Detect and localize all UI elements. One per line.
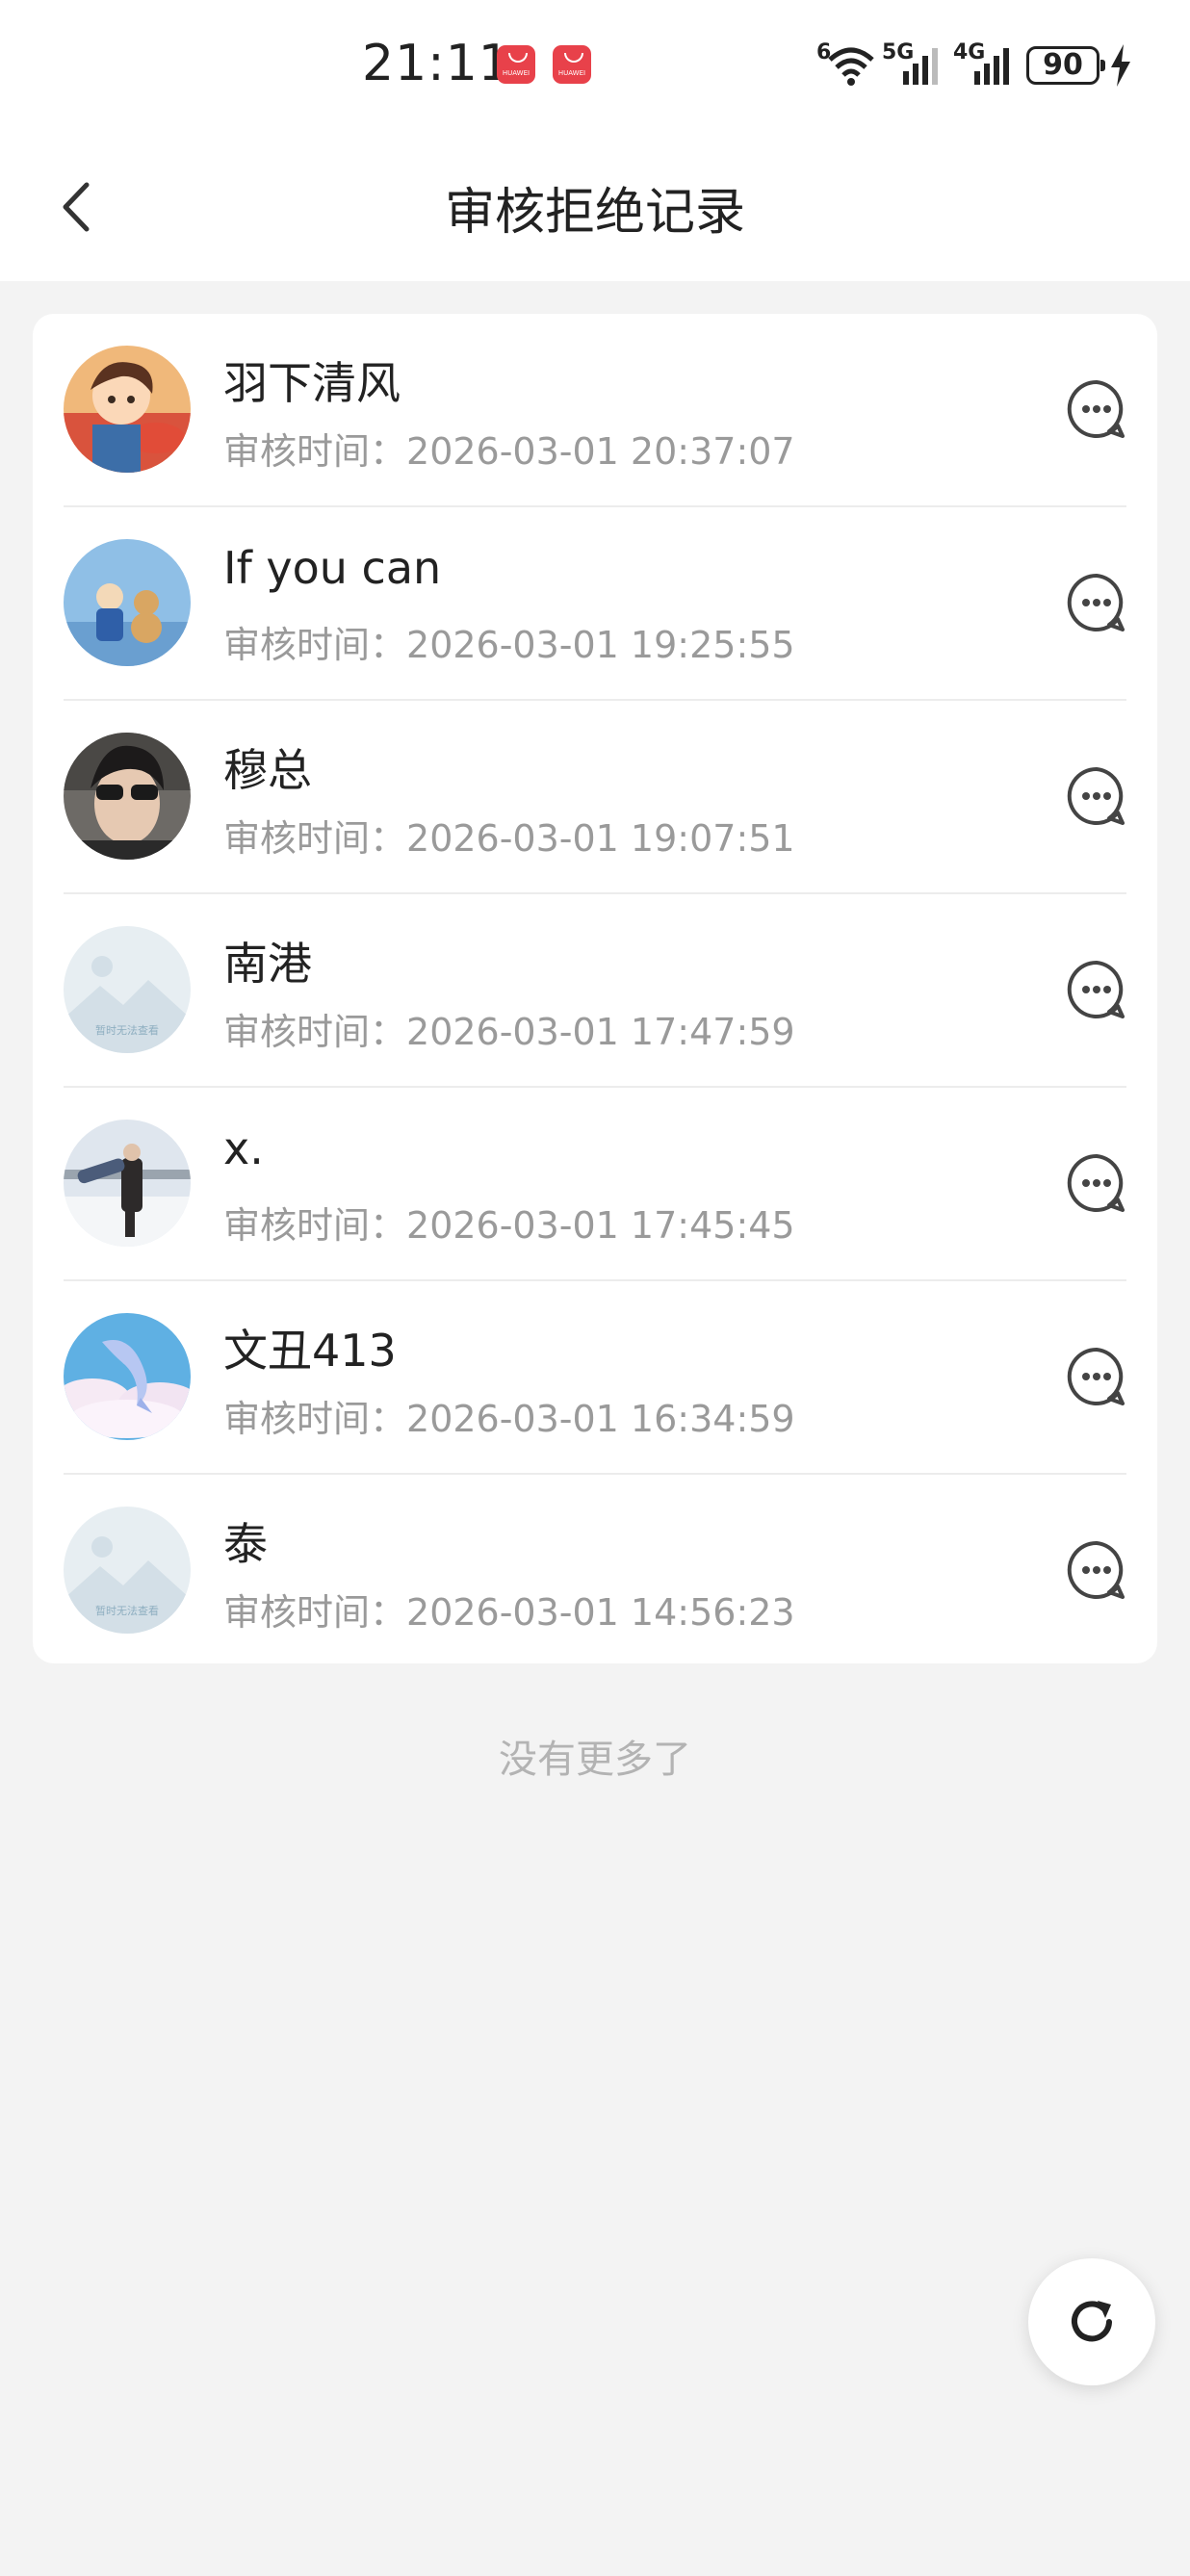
page-title: 审核拒绝记录 (444, 184, 745, 242)
user-name: If you can (223, 542, 442, 594)
review-time: 审核时间：2026-03-01 14:56:23 (223, 1591, 795, 1634)
huawei-appgallery-icon: HUAWEI (553, 45, 591, 84)
avatar[interactable] (64, 539, 191, 666)
rejection-records-list: 羽下清风 审核时间：2026-03-01 20:37:07 If you can… (33, 314, 1157, 1663)
avatar[interactable] (64, 1313, 191, 1440)
list-item[interactable]: If you can 审核时间：2026-03-01 19:25:55 (33, 507, 1157, 701)
avatar[interactable] (64, 733, 191, 860)
avatar[interactable]: 暂时无法查看 (64, 926, 191, 1053)
review-time: 审核时间：2026-03-01 16:34:59 (223, 1398, 795, 1440)
chat-button[interactable] (1065, 1345, 1128, 1408)
chat-bubble-icon (1067, 960, 1125, 1018)
user-name: 文丑413 (223, 1325, 397, 1377)
chat-button[interactable] (1065, 1538, 1128, 1602)
list-item[interactable]: 文丑413 审核时间：2026-03-01 16:34:59 (33, 1281, 1157, 1475)
review-time: 审核时间：2026-03-01 19:07:51 (223, 817, 795, 860)
refresh-icon (1072, 2301, 1112, 2342)
nav-bar: 审核拒绝记录 (0, 135, 1190, 281)
battery-indicator: 90 (1026, 46, 1105, 85)
chat-bubble-icon (1067, 1347, 1125, 1405)
review-time: 审核时间：2026-03-01 17:45:45 (223, 1204, 795, 1247)
huawei-appgallery-icon: HUAWEI (497, 45, 535, 84)
avatar[interactable] (64, 346, 191, 473)
avatar[interactable] (64, 1120, 191, 1247)
list-item[interactable]: 暂时无法查看 泰 审核时间：2026-03-01 14:56:23 (33, 1475, 1157, 1668)
user-name: 泰 (223, 1518, 268, 1570)
avatar[interactable]: 暂时无法查看 (64, 1507, 191, 1634)
chat-bubble-icon (1067, 379, 1125, 438)
chat-button[interactable] (1065, 571, 1128, 634)
chat-bubble-icon (1067, 1540, 1125, 1599)
svg-text:暂时无法查看: 暂时无法查看 (95, 1023, 159, 1037)
list-item[interactable]: x. 审核时间：2026-03-01 17:45:45 (33, 1088, 1157, 1281)
review-time: 审核时间：2026-03-01 17:47:59 (223, 1011, 795, 1053)
status-time: 21:11 (362, 35, 511, 92)
list-item[interactable]: 暂时无法查看 南港 审核时间：2026-03-01 17:47:59 (33, 894, 1157, 1088)
user-name: x. (223, 1122, 264, 1174)
refresh-button[interactable] (1028, 2258, 1155, 2385)
svg-text:暂时无法查看: 暂时无法查看 (95, 1604, 159, 1617)
chat-button[interactable] (1065, 764, 1128, 828)
chat-button[interactable] (1065, 958, 1128, 1021)
review-time: 审核时间：2026-03-01 20:37:07 (223, 430, 795, 473)
user-name: 南港 (223, 938, 312, 990)
charging-icon (1111, 44, 1130, 87)
chat-button[interactable] (1065, 1151, 1128, 1215)
list-item[interactable]: 穆总 审核时间：2026-03-01 19:07:51 (33, 701, 1157, 894)
list-item[interactable]: 羽下清风 审核时间：2026-03-01 20:37:07 (33, 314, 1157, 507)
chat-bubble-icon (1067, 573, 1125, 631)
no-more-text: 没有更多了 (499, 1738, 691, 1782)
chat-bubble-icon (1067, 766, 1125, 825)
status-bar: 21:11 HUAWEI HUAWEI 6 5G 4G 90 (0, 0, 1190, 135)
user-name: 羽下清风 (223, 357, 401, 409)
chat-button[interactable] (1065, 377, 1128, 441)
user-name: 穆总 (223, 744, 312, 796)
review-time: 审核时间：2026-03-01 19:25:55 (223, 624, 795, 666)
chat-bubble-icon (1067, 1153, 1125, 1212)
